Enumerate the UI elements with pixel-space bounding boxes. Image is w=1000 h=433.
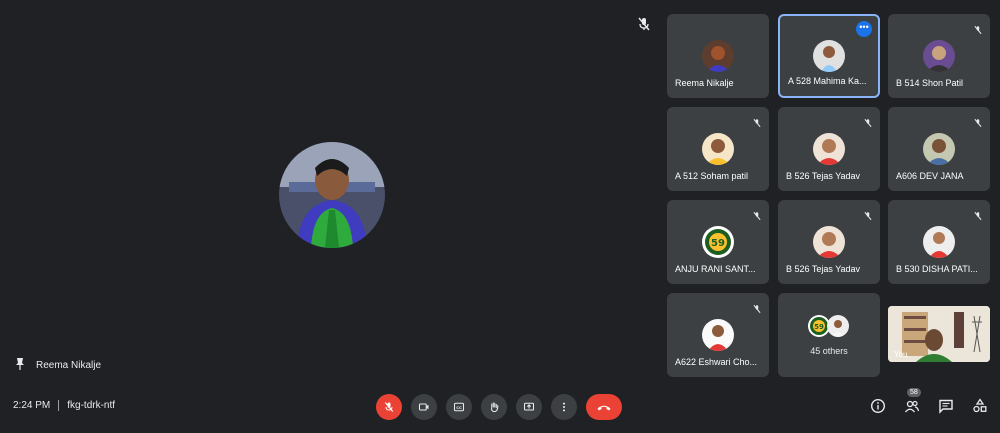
participant-avatar	[923, 133, 955, 165]
participant-avatar	[813, 133, 845, 165]
meeting-code: fkg-tdrk-ntf	[67, 400, 116, 411]
camera-toggle-button[interactable]	[411, 394, 437, 420]
leave-call-button[interactable]	[586, 394, 622, 420]
captions-icon: CC	[453, 402, 465, 412]
participant-name: B 526 Tejas Yadav	[786, 264, 861, 274]
muted-mic-icon	[863, 208, 873, 221]
hand-icon	[491, 402, 499, 413]
participant-name: A606 DEV JANA	[896, 171, 964, 181]
participant-avatar	[813, 226, 845, 258]
participant-name: B 530 DISHA PATI...	[896, 264, 978, 274]
participant-name: B 526 Tejas Yadav	[786, 171, 861, 181]
muted-mic-icon	[863, 115, 873, 128]
current-time: 2:24 PM	[13, 400, 51, 411]
call-controls: CC	[376, 394, 622, 420]
main-stage: Reema Nikalje	[0, 0, 660, 385]
participant-tile[interactable]: B 514 Shon Patil	[888, 14, 990, 98]
present-icon	[523, 402, 535, 411]
present-screen-button[interactable]	[516, 394, 542, 420]
participant-tile[interactable]: Reema Nikalje	[667, 14, 769, 98]
muted-mic-icon	[973, 22, 983, 35]
bottom-toolbar: 2:24 PM fkg-tdrk-ntf CC 58	[0, 385, 1000, 433]
chat-icon	[939, 399, 953, 414]
speaker-avatar	[279, 142, 385, 248]
more-options-button[interactable]	[551, 394, 577, 420]
participant-tile[interactable]: 59 ANJU RANI SANT...	[667, 200, 769, 284]
captions-button[interactable]: CC	[446, 394, 472, 420]
meeting-info: 2:24 PM fkg-tdrk-ntf	[13, 400, 115, 411]
participant-tile[interactable]: ••• A 528 Mahima Ka...	[778, 14, 880, 98]
participant-tile[interactable]: B 530 DISHA PATI...	[888, 200, 990, 284]
side-panel-controls: 58	[868, 388, 990, 416]
participant-avatar	[702, 133, 734, 165]
participant-tile[interactable]: B 526 Tejas Yadav	[778, 200, 880, 284]
microphone-toggle-button[interactable]	[376, 394, 402, 420]
muted-mic-icon	[752, 208, 762, 221]
participant-tile[interactable]: B 526 Tejas Yadav	[778, 107, 880, 191]
participant-avatar: 59	[702, 226, 734, 258]
info-icon	[870, 398, 886, 414]
participant-tile[interactable]: A606 DEV JANA	[888, 107, 990, 191]
svg-text:59: 59	[711, 238, 725, 249]
more-vert-icon	[562, 402, 566, 412]
svg-text:59: 59	[814, 323, 824, 331]
participant-count-badge: 58	[907, 388, 921, 397]
others-avatars: 59	[808, 315, 849, 337]
participant-tile[interactable]: A 512 Soham patil	[667, 107, 769, 191]
participant-name: Reema Nikalje	[675, 78, 734, 88]
activities-icon	[973, 398, 987, 413]
chat-button[interactable]	[936, 396, 956, 416]
self-view-label: You	[894, 350, 908, 359]
mic-off-icon	[384, 402, 394, 412]
activities-button[interactable]	[970, 396, 990, 416]
participant-name: ANJU RANI SANT...	[675, 264, 756, 274]
meeting-details-button[interactable]	[868, 396, 888, 416]
participant-name: A 512 Soham patil	[675, 171, 749, 181]
hang-up-icon	[597, 405, 611, 411]
muted-mic-icon	[973, 115, 983, 128]
participant-avatar	[923, 40, 955, 72]
speaker-name-label: Reema Nikalje	[14, 357, 101, 374]
svg-text:CC: CC	[456, 406, 462, 410]
self-view[interactable]: You	[888, 306, 990, 362]
others-count-label: 45 others	[810, 346, 848, 356]
participant-tile[interactable]: A622 Eshwari Cho...	[667, 293, 769, 377]
muted-mic-icon	[752, 115, 762, 128]
others-tile[interactable]: 59 45 others	[778, 293, 880, 377]
participant-avatar	[702, 40, 734, 72]
participant-name: B 514 Shon Patil	[896, 78, 964, 88]
divider	[58, 400, 60, 411]
muted-mic-icon	[752, 301, 762, 314]
muted-mic-icon	[973, 208, 983, 221]
raise-hand-button[interactable]	[481, 394, 507, 420]
camera-icon	[418, 403, 429, 411]
pin-icon[interactable]	[14, 357, 26, 374]
people-icon	[904, 400, 920, 413]
muted-mic-icon	[636, 16, 652, 32]
participant-avatar	[813, 40, 845, 72]
participant-avatar	[702, 319, 734, 351]
participant-name: A 528 Mahima Ka...	[788, 76, 867, 86]
people-button[interactable]: 58	[902, 388, 922, 416]
more-options-icon[interactable]: •••	[856, 21, 872, 37]
participant-name: A622 Eshwari Cho...	[675, 357, 758, 367]
participant-avatar	[923, 226, 955, 258]
